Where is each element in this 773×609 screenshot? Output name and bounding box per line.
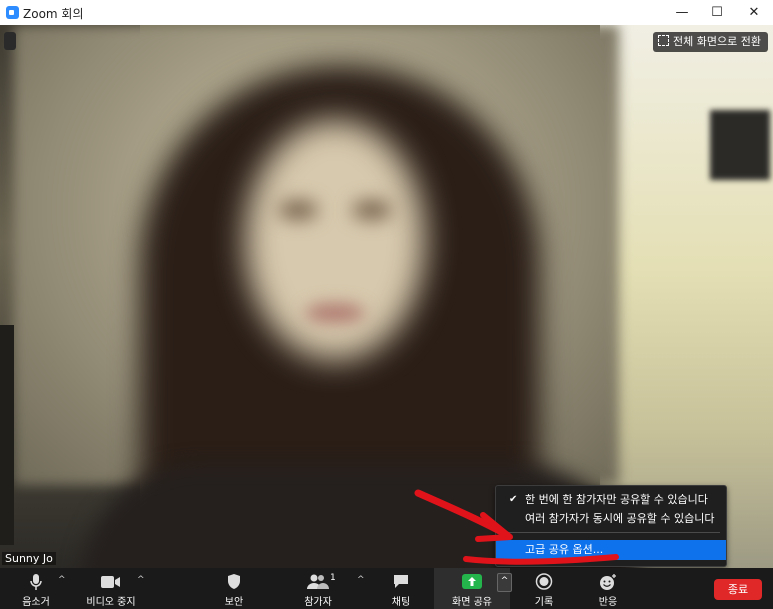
mute-label: 음소거 (22, 597, 50, 608)
maximize-button[interactable]: ☐ (699, 0, 735, 25)
participant-eye (278, 200, 318, 220)
share-screen-icon (462, 574, 482, 589)
chat-button[interactable]: 채팅 (382, 568, 420, 609)
share-options-menu: ✔ 한 번에 한 참가자만 공유할 수 있습니다 여러 참가자가 동시에 공유할… (495, 485, 727, 567)
fullscreen-label: 전체 화면으로 전환 (673, 35, 761, 48)
meeting-toolbar: 음소거 ^ 비디오 중지 ^ 보안 1 참가자 ^ 채팅 화면 공유 기록 반응 (0, 568, 773, 609)
menu-item-one-participant[interactable]: ✔ 한 번에 한 참가자만 공유할 수 있습니다 (496, 491, 726, 509)
participants-button[interactable]: 1 참가자 (296, 568, 340, 609)
title-bar: Zoom 회의 — ☐ ✕ (0, 0, 773, 26)
participant-face (245, 120, 425, 360)
record-label: 기록 (534, 597, 554, 608)
menu-item-label: 고급 공유 옵션... (525, 543, 604, 556)
record-button[interactable]: 기록 (524, 568, 564, 609)
menu-item-multiple-participants[interactable]: 여러 참가자가 동시에 공유할 수 있습니다 (496, 510, 726, 528)
security-label: 보안 (224, 597, 244, 608)
video-camera-icon (101, 576, 120, 588)
video-options-caret[interactable]: ^ (137, 575, 145, 585)
fullscreen-icon (658, 35, 669, 46)
view-toggle-button[interactable] (4, 32, 16, 50)
participants-label: 참가자 (304, 597, 332, 608)
participants-options-caret[interactable]: ^ (357, 575, 365, 585)
close-button[interactable]: ✕ (736, 0, 772, 25)
microphone-icon (30, 574, 42, 590)
participant-mouth (305, 303, 365, 323)
window-title: Zoom 회의 (23, 7, 84, 21)
participant-eye (352, 200, 392, 220)
participant-count: 1 (330, 573, 336, 583)
smiley-icon (600, 574, 616, 590)
participant-name: Sunny Jo (2, 552, 56, 565)
zoom-logo-icon (6, 6, 19, 19)
menu-item-label: 여러 참가자가 동시에 공유할 수 있습니다 (525, 512, 715, 525)
record-icon (535, 573, 553, 590)
menu-item-advanced-share-options[interactable]: 고급 공유 옵션... (496, 540, 726, 560)
participants-icon (307, 574, 329, 589)
share-options-caret[interactable]: ^ (497, 573, 512, 592)
reactions-button[interactable]: 반응 (588, 568, 628, 609)
shield-icon (228, 574, 240, 589)
security-button[interactable]: 보안 (212, 568, 256, 609)
mute-button[interactable]: 음소거 (10, 568, 62, 609)
menu-item-label: 한 번에 한 참가자만 공유할 수 있습니다 (525, 493, 708, 506)
check-icon: ✔ (509, 494, 518, 505)
stop-video-button[interactable]: 비디오 중지 (82, 568, 140, 609)
chat-icon (394, 575, 408, 588)
end-meeting-button[interactable]: 종료 (714, 579, 762, 600)
background-object (710, 110, 770, 180)
minimize-button[interactable]: — (664, 0, 700, 25)
fullscreen-button[interactable]: 전체 화면으로 전환 (653, 32, 768, 52)
background-object (0, 325, 14, 545)
reactions-label: 반응 (598, 597, 618, 608)
share-screen-label: 화면 공유 (452, 597, 492, 608)
mute-options-caret[interactable]: ^ (58, 575, 66, 585)
share-screen-button[interactable]: 화면 공유 (444, 568, 500, 609)
stop-video-label: 비디오 중지 (86, 597, 136, 608)
menu-divider (502, 532, 720, 533)
chat-label: 채팅 (391, 597, 411, 608)
